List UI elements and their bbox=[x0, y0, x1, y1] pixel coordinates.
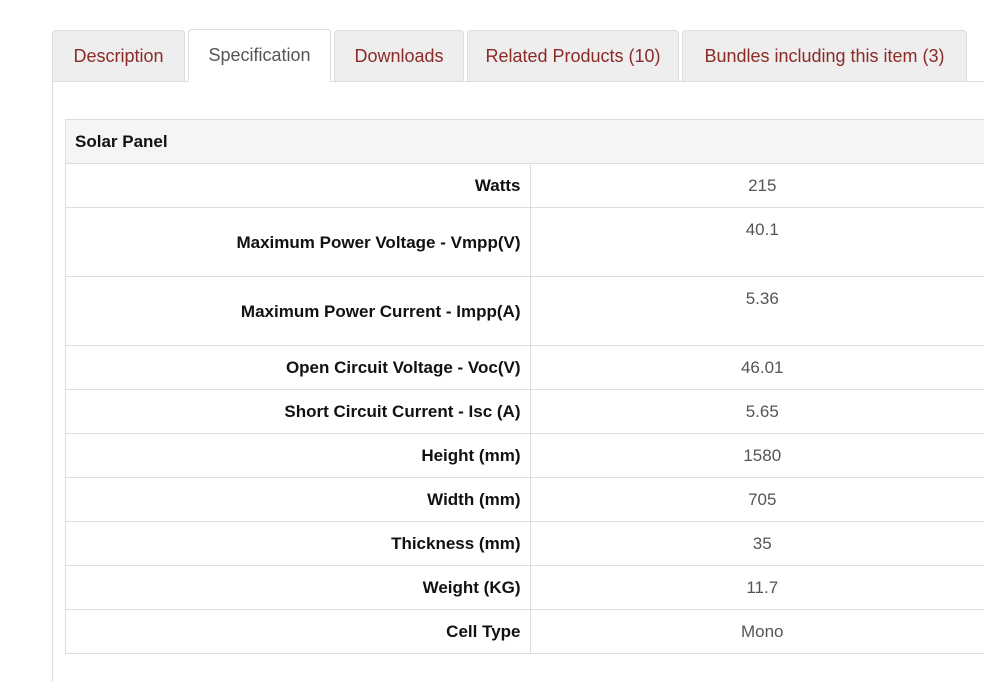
table-row: Open Circuit Voltage - Voc(V) 46.01 bbox=[66, 346, 984, 390]
table-group-header-row: Solar Panel bbox=[66, 120, 984, 164]
table-row: Weight (KG) 11.7 bbox=[66, 566, 984, 610]
spec-label: Cell Type bbox=[66, 610, 531, 654]
spec-label: Weight (KG) bbox=[66, 566, 531, 610]
tab-specification[interactable]: Specification bbox=[188, 29, 331, 82]
spec-value: 1580 bbox=[530, 434, 984, 478]
spec-label: Thickness (mm) bbox=[66, 522, 531, 566]
table-row: Cell Type Mono bbox=[66, 610, 984, 654]
spec-value: 40.1 bbox=[530, 208, 984, 277]
table-row: Maximum Power Current - Impp(A) 5.36 bbox=[66, 277, 984, 346]
table-row: Width (mm) 705 bbox=[66, 478, 984, 522]
tab-related-products[interactable]: Related Products (10) bbox=[467, 30, 679, 82]
spec-label: Short Circuit Current - Isc (A) bbox=[66, 390, 531, 434]
spec-label: Maximum Power Current - Impp(A) bbox=[66, 277, 531, 346]
spec-value: Mono bbox=[530, 610, 984, 654]
spec-value: 5.36 bbox=[530, 277, 984, 346]
tab-downloads[interactable]: Downloads bbox=[334, 30, 464, 82]
specification-table: Solar Panel Watts 215 Maximum Power Volt… bbox=[65, 119, 984, 654]
table-group-title: Solar Panel bbox=[66, 120, 984, 164]
tab-description[interactable]: Description bbox=[52, 30, 185, 82]
table-row: Watts 215 bbox=[66, 164, 984, 208]
spec-value: 215 bbox=[530, 164, 984, 208]
spec-value: 11.7 bbox=[530, 566, 984, 610]
spec-label: Watts bbox=[66, 164, 531, 208]
table-row: Thickness (mm) 35 bbox=[66, 522, 984, 566]
spec-value: 46.01 bbox=[530, 346, 984, 390]
spec-label: Maximum Power Voltage - Vmpp(V) bbox=[66, 208, 531, 277]
spec-label: Height (mm) bbox=[66, 434, 531, 478]
table-row: Maximum Power Voltage - Vmpp(V) 40.1 bbox=[66, 208, 984, 277]
spec-label: Width (mm) bbox=[66, 478, 531, 522]
tab-bar: Description Specification Downloads Rela… bbox=[52, 30, 970, 82]
table-row: Short Circuit Current - Isc (A) 5.65 bbox=[66, 390, 984, 434]
spec-value: 35 bbox=[530, 522, 984, 566]
spec-label: Open Circuit Voltage - Voc(V) bbox=[66, 346, 531, 390]
spec-value: 705 bbox=[530, 478, 984, 522]
tab-bundles[interactable]: Bundles including this item (3) bbox=[682, 30, 967, 82]
spec-value: 5.65 bbox=[530, 390, 984, 434]
table-row: Height (mm) 1580 bbox=[66, 434, 984, 478]
